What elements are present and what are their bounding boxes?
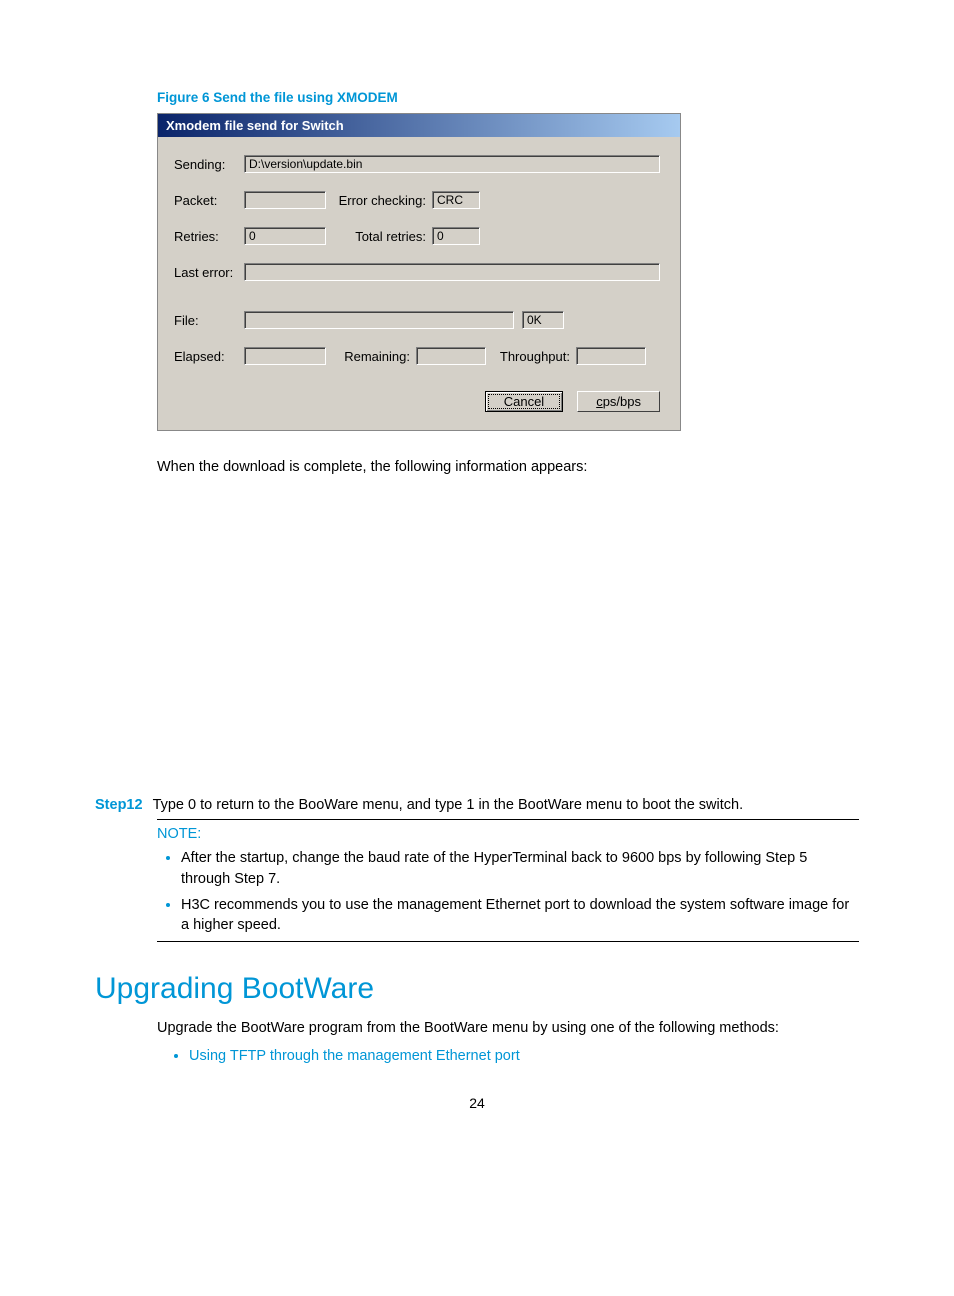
note-item-1: After the startup, change the baud rate … xyxy=(181,848,859,889)
method-item-1: Using TFTP through the management Ethern… xyxy=(189,1047,859,1065)
figure-caption: Figure 6 Send the file using XMODEM xyxy=(157,90,859,105)
label-last-error: Last error: xyxy=(174,265,244,280)
field-error-checking: CRC xyxy=(432,191,480,209)
step12-label: Step12 xyxy=(95,797,143,813)
methods-list: Using TFTP through the management Ethern… xyxy=(157,1047,859,1065)
field-retries: 0 xyxy=(244,227,326,245)
para-upgrade-methods: Upgrade the BootWare program from the Bo… xyxy=(157,1018,859,1038)
dialog-body: Sending: D:\version\update.bin Packet: E… xyxy=(158,137,680,430)
link-tftp-mgmt-eth[interactable]: Using TFTP through the management Ethern… xyxy=(189,1048,520,1064)
field-remaining xyxy=(416,347,486,365)
label-sending: Sending: xyxy=(174,157,244,172)
note-item-2: H3C recommends you to use the management… xyxy=(181,895,859,936)
label-total-retries: Total retries: xyxy=(326,229,432,244)
label-elapsed: Elapsed: xyxy=(174,349,244,364)
field-elapsed xyxy=(244,347,326,365)
step12-text: Type 0 to return to the BooWare menu, an… xyxy=(153,797,744,813)
para-download-complete: When the download is complete, the follo… xyxy=(157,457,859,477)
hr-top xyxy=(157,819,859,820)
label-remaining: Remaining: xyxy=(326,349,416,364)
note-label: NOTE: xyxy=(157,826,859,842)
cancel-button[interactable]: Cancel xyxy=(485,391,563,412)
dialog-title: Xmodem file send for Switch xyxy=(158,114,680,137)
field-file-progress xyxy=(244,311,514,329)
label-throughput: Throughput: xyxy=(486,349,576,364)
xmodem-dialog: Xmodem file send for Switch Sending: D:\… xyxy=(157,113,681,431)
field-last-error xyxy=(244,263,660,281)
page-number: 24 xyxy=(95,1095,859,1111)
cpsbps-button[interactable]: cps/bps xyxy=(577,391,660,412)
field-sending: D:\version\update.bin xyxy=(244,155,660,173)
cpsbps-label-rest: ps/bps xyxy=(603,394,641,409)
label-error-checking: Error checking: xyxy=(326,193,432,208)
label-retries: Retries: xyxy=(174,229,244,244)
field-throughput xyxy=(576,347,646,365)
heading-upgrading-bootware: Upgrading BootWare xyxy=(95,972,859,1006)
field-packet xyxy=(244,191,326,209)
hr-bottom xyxy=(157,941,859,942)
step12-row: Step12 Type 0 to return to the BooWare m… xyxy=(95,797,859,813)
field-total-retries: 0 xyxy=(432,227,480,245)
field-file-size: 0K xyxy=(522,311,564,329)
label-packet: Packet: xyxy=(174,193,244,208)
note-list: After the startup, change the baud rate … xyxy=(157,848,859,935)
label-file: File: xyxy=(174,313,244,328)
